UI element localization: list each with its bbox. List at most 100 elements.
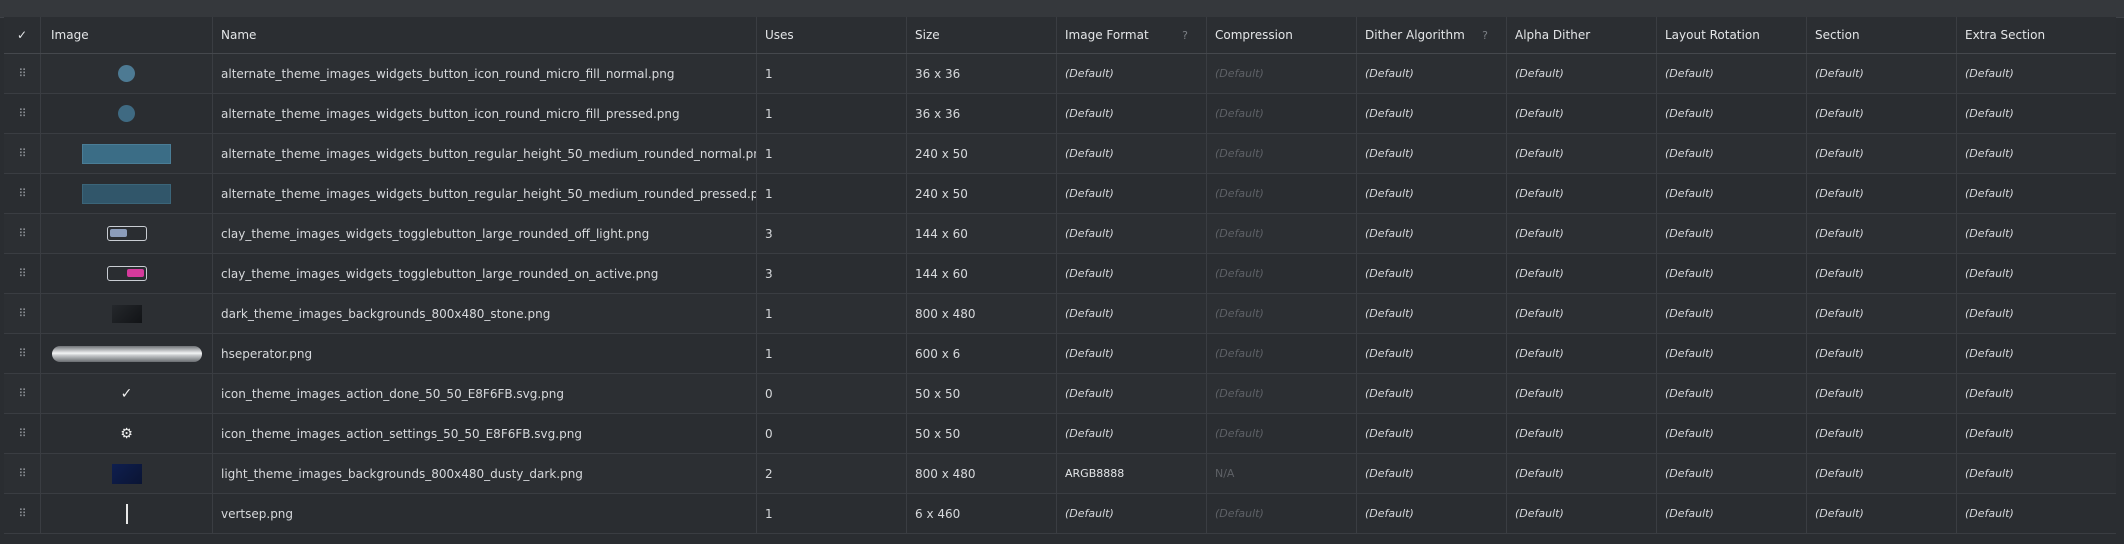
drag-handle-icon[interactable]: ⠿ xyxy=(4,294,41,333)
compression-dropdown[interactable]: (Default) xyxy=(1207,94,1357,133)
help-icon[interactable]: ? xyxy=(1482,29,1488,42)
image-format-dropdown[interactable]: (Default) xyxy=(1057,334,1207,373)
table-row[interactable]: ⠿ dark_theme_images_backgrounds_800x480_s… xyxy=(4,294,2116,334)
column-header-compression[interactable]: Compression xyxy=(1207,17,1357,53)
image-format-dropdown[interactable]: (Default) xyxy=(1057,414,1207,453)
image-format-dropdown[interactable]: (Default) xyxy=(1057,254,1207,293)
extra-section-dropdown[interactable]: (Default) xyxy=(1957,54,2067,93)
table-row[interactable]: ⠿ alternate_theme_images_widgets_button_r… xyxy=(4,174,2116,214)
dither-algorithm-dropdown[interactable]: (Default) xyxy=(1357,414,1507,453)
compression-dropdown[interactable]: (Default) xyxy=(1207,334,1357,373)
drag-handle-icon[interactable]: ⠿ xyxy=(4,414,41,453)
section-dropdown[interactable]: (Default) xyxy=(1807,214,1957,253)
layout-rotation-dropdown[interactable]: (Default) xyxy=(1657,494,1807,533)
compression-dropdown[interactable]: (Default) xyxy=(1207,294,1357,333)
dither-algorithm-dropdown[interactable]: (Default) xyxy=(1357,294,1507,333)
section-dropdown[interactable]: (Default) xyxy=(1807,414,1957,453)
dither-algorithm-dropdown[interactable]: (Default) xyxy=(1357,134,1507,173)
dither-algorithm-dropdown[interactable]: (Default) xyxy=(1357,54,1507,93)
extra-section-dropdown[interactable]: (Default) xyxy=(1957,374,2067,413)
drag-handle-icon[interactable]: ⠿ xyxy=(4,374,41,413)
column-header-image[interactable]: Image xyxy=(41,17,213,53)
select-all-check-icon[interactable]: ✓ xyxy=(4,17,41,53)
dither-algorithm-dropdown[interactable]: (Default) xyxy=(1357,494,1507,533)
column-header-name[interactable]: Name xyxy=(213,17,757,53)
column-header-extra-section[interactable]: Extra Section xyxy=(1957,17,2067,53)
drag-handle-icon[interactable]: ⠿ xyxy=(4,454,41,493)
compression-dropdown[interactable]: (Default) xyxy=(1207,254,1357,293)
help-icon[interactable]: ? xyxy=(1182,29,1188,42)
image-format-dropdown[interactable]: (Default) xyxy=(1057,94,1207,133)
alpha-dither-dropdown[interactable]: (Default) xyxy=(1507,374,1657,413)
extra-section-dropdown[interactable]: (Default) xyxy=(1957,254,2067,293)
image-format-dropdown[interactable]: (Default) xyxy=(1057,214,1207,253)
dither-algorithm-dropdown[interactable]: (Default) xyxy=(1357,94,1507,133)
extra-section-dropdown[interactable]: (Default) xyxy=(1957,174,2067,213)
compression-dropdown[interactable]: (Default) xyxy=(1207,374,1357,413)
table-row[interactable]: ⠿ clay_theme_images_widgets_togglebutton_… xyxy=(4,254,2116,294)
image-format-dropdown[interactable]: (Default) xyxy=(1057,294,1207,333)
alpha-dither-dropdown[interactable]: (Default) xyxy=(1507,174,1657,213)
alpha-dither-dropdown[interactable]: (Default) xyxy=(1507,94,1657,133)
table-row[interactable]: ⠿ clay_theme_images_widgets_togglebutton_… xyxy=(4,214,2116,254)
layout-rotation-dropdown[interactable]: (Default) xyxy=(1657,134,1807,173)
section-dropdown[interactable]: (Default) xyxy=(1807,454,1957,493)
extra-section-dropdown[interactable]: (Default) xyxy=(1957,214,2067,253)
layout-rotation-dropdown[interactable]: (Default) xyxy=(1657,294,1807,333)
drag-handle-icon[interactable]: ⠿ xyxy=(4,334,41,373)
image-format-dropdown[interactable]: (Default) xyxy=(1057,174,1207,213)
alpha-dither-dropdown[interactable]: (Default) xyxy=(1507,494,1657,533)
extra-section-dropdown[interactable]: (Default) xyxy=(1957,294,2067,333)
column-header-dither-algorithm[interactable]: Dither Algorithm ? xyxy=(1357,17,1507,53)
alpha-dither-dropdown[interactable]: (Default) xyxy=(1507,254,1657,293)
alpha-dither-dropdown[interactable]: (Default) xyxy=(1507,294,1657,333)
image-format-dropdown[interactable]: (Default) xyxy=(1057,374,1207,413)
extra-section-dropdown[interactable]: (Default) xyxy=(1957,454,2067,493)
dither-algorithm-dropdown[interactable]: (Default) xyxy=(1357,454,1507,493)
section-dropdown[interactable]: (Default) xyxy=(1807,174,1957,213)
image-format-dropdown[interactable]: ARGB8888 xyxy=(1057,454,1207,493)
compression-dropdown[interactable]: (Default) xyxy=(1207,54,1357,93)
alpha-dither-dropdown[interactable]: (Default) xyxy=(1507,134,1657,173)
layout-rotation-dropdown[interactable]: (Default) xyxy=(1657,414,1807,453)
table-row[interactable]: ⠿ ⚙ icon_theme_images_action_settings_50_5… xyxy=(4,414,2116,454)
table-row[interactable]: ⠿ ✓ icon_theme_images_action_done_50_50_E8… xyxy=(4,374,2116,414)
layout-rotation-dropdown[interactable]: (Default) xyxy=(1657,174,1807,213)
section-dropdown[interactable]: (Default) xyxy=(1807,334,1957,373)
drag-handle-icon[interactable]: ⠿ xyxy=(4,94,41,133)
layout-rotation-dropdown[interactable]: (Default) xyxy=(1657,254,1807,293)
extra-section-dropdown[interactable]: (Default) xyxy=(1957,134,2067,173)
layout-rotation-dropdown[interactable]: (Default) xyxy=(1657,214,1807,253)
table-row[interactable]: ⠿ alternate_theme_images_widgets_button_i… xyxy=(4,54,2116,94)
section-dropdown[interactable]: (Default) xyxy=(1807,54,1957,93)
table-row[interactable]: ⠿ alternate_theme_images_widgets_button_i… xyxy=(4,94,2116,134)
compression-dropdown[interactable]: (Default) xyxy=(1207,414,1357,453)
layout-rotation-dropdown[interactable]: (Default) xyxy=(1657,54,1807,93)
drag-handle-icon[interactable]: ⠿ xyxy=(4,134,41,173)
compression-dropdown[interactable]: (Default) xyxy=(1207,174,1357,213)
dither-algorithm-dropdown[interactable]: (Default) xyxy=(1357,174,1507,213)
compression-dropdown[interactable]: (Default) xyxy=(1207,494,1357,533)
table-row[interactable]: ⠿ hseperator.png 1 600 x 6 (Default) (Default… xyxy=(4,334,2116,374)
section-dropdown[interactable]: (Default) xyxy=(1807,294,1957,333)
layout-rotation-dropdown[interactable]: (Default) xyxy=(1657,334,1807,373)
compression-dropdown[interactable]: (Default) xyxy=(1207,214,1357,253)
drag-handle-icon[interactable]: ⠿ xyxy=(4,174,41,213)
image-format-dropdown[interactable]: (Default) xyxy=(1057,54,1207,93)
alpha-dither-dropdown[interactable]: (Default) xyxy=(1507,334,1657,373)
section-dropdown[interactable]: (Default) xyxy=(1807,494,1957,533)
image-format-dropdown[interactable]: (Default) xyxy=(1057,494,1207,533)
extra-section-dropdown[interactable]: (Default) xyxy=(1957,414,2067,453)
layout-rotation-dropdown[interactable]: (Default) xyxy=(1657,94,1807,133)
table-row[interactable]: ⠿ vertsep.png 1 6 x 460 (Default) (Default) (D… xyxy=(4,494,2116,534)
column-header-size[interactable]: Size xyxy=(907,17,1057,53)
drag-handle-icon[interactable]: ⠿ xyxy=(4,494,41,533)
column-header-alpha-dither[interactable]: Alpha Dither xyxy=(1507,17,1657,53)
drag-handle-icon[interactable]: ⠿ xyxy=(4,214,41,253)
layout-rotation-dropdown[interactable]: (Default) xyxy=(1657,374,1807,413)
section-dropdown[interactable]: (Default) xyxy=(1807,254,1957,293)
dither-algorithm-dropdown[interactable]: (Default) xyxy=(1357,334,1507,373)
alpha-dither-dropdown[interactable]: (Default) xyxy=(1507,454,1657,493)
column-header-section[interactable]: Section xyxy=(1807,17,1957,53)
extra-section-dropdown[interactable]: (Default) xyxy=(1957,94,2067,133)
